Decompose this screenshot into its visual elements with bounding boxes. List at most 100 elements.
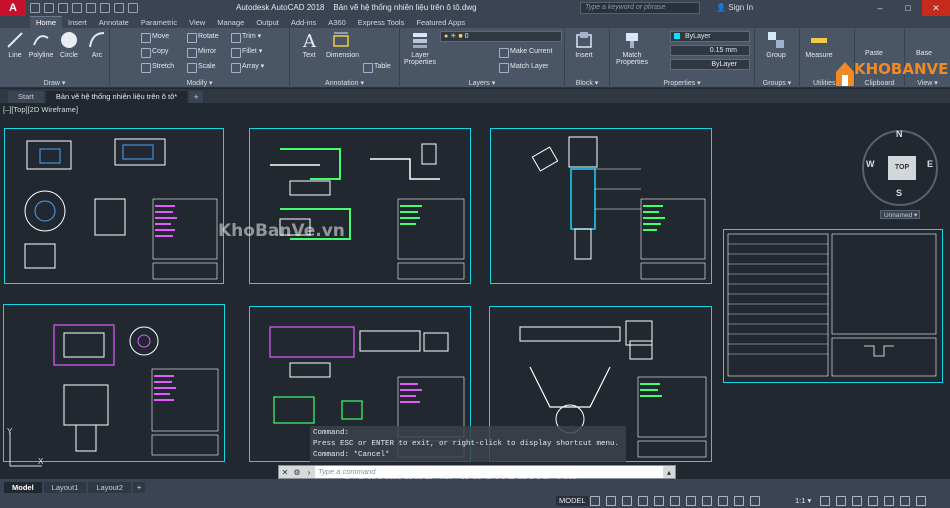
new-icon[interactable] <box>30 3 40 13</box>
open-icon[interactable] <box>44 3 54 13</box>
table-tool[interactable]: Table <box>362 61 391 73</box>
drawing-sheet-1[interactable] <box>4 128 224 284</box>
plot-icon[interactable] <box>86 3 96 13</box>
application-menu-button[interactable]: A <box>0 0 26 16</box>
save-as-icon[interactable] <box>72 3 82 13</box>
array-tool[interactable]: Array ▾ <box>230 61 264 73</box>
file-tab-start[interactable]: Start <box>8 91 44 103</box>
groups-panel-title[interactable]: Groups ▾ <box>755 79 799 87</box>
close-command-line-icon[interactable]: ✕ <box>279 466 291 478</box>
tab-featured-apps[interactable]: Featured Apps <box>410 17 471 28</box>
layout-tab-layout2[interactable]: Layout2 <box>88 482 132 493</box>
expand-arrow-icon[interactable]: ▴ <box>663 466 675 478</box>
clean-screen-icon[interactable] <box>900 496 910 506</box>
maximize-button[interactable]: □ <box>894 0 922 16</box>
match-properties-tool[interactable]: Match Properties <box>614 30 650 66</box>
arc-tool[interactable]: Arc <box>82 30 112 59</box>
share-icon[interactable] <box>128 3 138 13</box>
compass-west[interactable]: W <box>866 159 875 169</box>
tab-view[interactable]: View <box>183 17 211 28</box>
file-tab-drawing[interactable]: Bản vẽ hệ thống nhiên liệu trên ô tô* <box>45 91 188 103</box>
move-tool[interactable]: Move <box>140 31 169 43</box>
measure-tool[interactable]: Measure <box>804 30 834 59</box>
compass-east[interactable]: E <box>927 159 933 169</box>
drawing-canvas[interactable]: [–][Top][2D Wireframe] Y X KhoBanVe.vn T… <box>0 103 950 478</box>
units-icon[interactable] <box>852 496 862 506</box>
tab-a360[interactable]: A360 <box>322 17 352 28</box>
circle-tool[interactable]: Circle <box>54 30 84 59</box>
new-tab-button[interactable]: + <box>189 91 204 103</box>
scale-tool[interactable]: Scale <box>186 61 216 73</box>
dimension-tool[interactable]: Dimension <box>326 30 359 59</box>
annotation-monitor-icon[interactable] <box>836 496 846 506</box>
workspace-gear-icon[interactable] <box>820 496 830 506</box>
isodraft-icon[interactable] <box>654 496 664 506</box>
model-space-toggle[interactable]: MODEL <box>556 496 589 506</box>
drawing-sheet-2[interactable] <box>249 128 471 284</box>
layout-tab-layout1[interactable]: Layout1 <box>43 482 87 493</box>
drawing-sheet-info[interactable] <box>723 229 943 383</box>
grid-icon[interactable] <box>590 496 600 506</box>
polyline-tool[interactable]: Polyline <box>26 30 56 59</box>
mirror-tool[interactable]: Mirror <box>186 46 216 58</box>
customization-menu-icon[interactable] <box>916 496 926 506</box>
recent-commands-icon[interactable]: › <box>303 466 315 478</box>
compass-south[interactable]: S <box>896 188 902 198</box>
snap-icon[interactable] <box>606 496 616 506</box>
linetype-dropdown[interactable]: ByLayer <box>670 59 750 70</box>
tab-home[interactable]: Home <box>30 16 63 28</box>
osnap-icon[interactable] <box>670 496 680 506</box>
text-tool[interactable]: A Text <box>294 30 324 59</box>
tab-annotate[interactable]: Annotate <box>93 17 135 28</box>
block-panel-title[interactable]: Block ▾ <box>565 79 609 87</box>
ortho-icon[interactable] <box>622 496 632 506</box>
annotation-scale-icon[interactable] <box>750 496 760 506</box>
layer-properties-tool[interactable]: Layer Properties <box>402 30 438 66</box>
annotation-scale-dropdown[interactable]: 1:1 ▾ <box>795 496 811 505</box>
lineweight-icon[interactable] <box>702 496 712 506</box>
ucs-menu[interactable]: Unnamed ▾ <box>880 210 920 219</box>
match-layer-tool[interactable]: Match Layer <box>498 61 549 73</box>
copy-tool[interactable]: Copy <box>140 46 168 58</box>
search-input[interactable]: Type a keyword or phrase <box>580 2 700 14</box>
add-layout-button[interactable]: + <box>133 482 146 493</box>
layer-dropdown[interactable]: ● ☀ ■ 0 <box>440 31 562 42</box>
properties-panel-title[interactable]: Properties ▾ <box>610 79 754 87</box>
stretch-tool[interactable]: Stretch <box>140 61 174 73</box>
viewport-controls[interactable]: [–][Top][2D Wireframe] <box>3 105 78 114</box>
layers-panel-title[interactable]: Layers ▾ <box>400 79 564 87</box>
tab-output[interactable]: Output <box>250 17 285 28</box>
customize-icon[interactable]: ⚙ <box>291 466 303 478</box>
annotation-panel-title[interactable]: Annotation ▾ <box>290 79 399 87</box>
selection-cycling-icon[interactable] <box>734 496 744 506</box>
minimize-button[interactable]: – <box>866 0 894 16</box>
isolate-objects-icon[interactable] <box>868 496 878 506</box>
color-dropdown[interactable]: ByLayer <box>670 31 750 42</box>
tab-manage[interactable]: Manage <box>211 17 250 28</box>
viewcube-top-face[interactable]: TOP <box>888 156 916 180</box>
tab-parametric[interactable]: Parametric <box>135 17 183 28</box>
tab-insert[interactable]: Insert <box>62 17 93 28</box>
layout-tab-model[interactable]: Model <box>4 482 42 493</box>
modify-panel-title[interactable]: Modify ▾ <box>110 79 289 87</box>
make-current-tool[interactable]: Make Current <box>498 46 552 58</box>
tab-add-ins[interactable]: Add-ins <box>285 17 322 28</box>
close-button[interactable]: ✕ <box>922 0 950 16</box>
undo-icon[interactable] <box>100 3 110 13</box>
transparency-icon[interactable] <box>718 496 728 506</box>
tab-express-tools[interactable]: Express Tools <box>352 17 411 28</box>
rotate-tool[interactable]: Rotate <box>186 31 219 43</box>
group-tool[interactable]: Group <box>761 30 791 59</box>
draw-panel-title[interactable]: Draw ▾ <box>0 79 109 87</box>
compass-north[interactable]: N <box>896 129 903 139</box>
save-icon[interactable] <box>58 3 68 13</box>
otrack-icon[interactable] <box>686 496 696 506</box>
insert-tool[interactable]: Insert <box>569 30 599 59</box>
lineweight-dropdown[interactable]: 0.15 mm <box>670 45 750 56</box>
sign-in-button[interactable]: 👤 Sign In <box>716 3 753 12</box>
redo-icon[interactable] <box>114 3 124 13</box>
trim-tool[interactable]: Trim ▾ <box>230 31 261 43</box>
fillet-tool[interactable]: Fillet ▾ <box>230 46 262 58</box>
polar-icon[interactable] <box>638 496 648 506</box>
hardware-acceleration-icon[interactable] <box>884 496 894 506</box>
